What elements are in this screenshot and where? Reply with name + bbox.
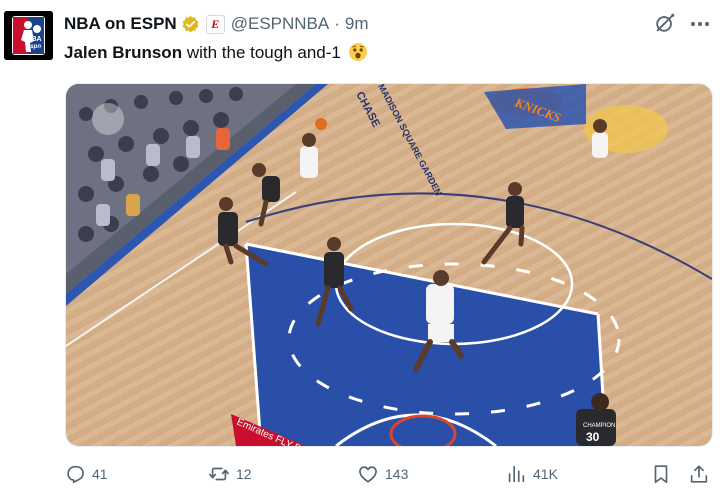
- affiliate-badge-label: E: [211, 16, 220, 31]
- reply-icon: [67, 465, 84, 484]
- tweet-player-name: Jalen Brunson: [64, 43, 183, 62]
- verified-badge-icon[interactable]: [181, 15, 200, 34]
- grok-icon[interactable]: [654, 12, 676, 34]
- affiliate-badge[interactable]: E: [205, 14, 225, 34]
- view-count: 41K: [533, 466, 558, 482]
- reply-count: 41: [92, 466, 108, 482]
- like-button[interactable]: 143: [357, 463, 408, 485]
- avatar-text: NBA: [26, 36, 41, 43]
- author-name[interactable]: NBA on ESPN: [64, 14, 177, 34]
- bookmark-icon[interactable]: [650, 463, 672, 485]
- tweet-media-video[interactable]: Emirates FLY BETTER CHASE MADISON SQUARE…: [65, 83, 713, 447]
- nba-espn-logo: NBA espn: [4, 11, 53, 60]
- repost-count: 12: [236, 466, 252, 482]
- avatar-subtext: espn: [27, 44, 41, 50]
- analytics-icon: [508, 465, 525, 483]
- tweet-text: Jalen Brunson with the tough and-1: [64, 42, 368, 63]
- astonished-face-emoji-icon: [348, 43, 367, 61]
- repost-icon: [209, 467, 229, 481]
- header-separator: ·: [334, 14, 340, 33]
- tweet-actions: 41 12 143 41K: [0, 460, 725, 490]
- author-handle[interactable]: @ESPNNBA: [231, 14, 330, 34]
- game-video-frame: Emirates FLY BETTER CHASE MADISON SQUARE…: [66, 84, 712, 446]
- more-options-icon[interactable]: [688, 14, 712, 34]
- jersey-brand: CHAMPION: [583, 423, 615, 429]
- avatar[interactable]: NBA espn: [4, 11, 53, 60]
- repost-button[interactable]: 12: [208, 463, 252, 485]
- timestamp[interactable]: 9m: [345, 14, 369, 34]
- tweet-body: with the tough and-1: [182, 43, 341, 62]
- heart-icon: [359, 466, 377, 483]
- tweet-header: NBA on ESPN E @ESPNNBA · 9m: [64, 12, 369, 36]
- like-count: 143: [385, 466, 409, 482]
- share-icon[interactable]: [688, 463, 710, 485]
- reply-button[interactable]: 41: [64, 463, 108, 485]
- views-button[interactable]: 41K: [505, 463, 558, 485]
- jersey-number: 30: [586, 430, 600, 444]
